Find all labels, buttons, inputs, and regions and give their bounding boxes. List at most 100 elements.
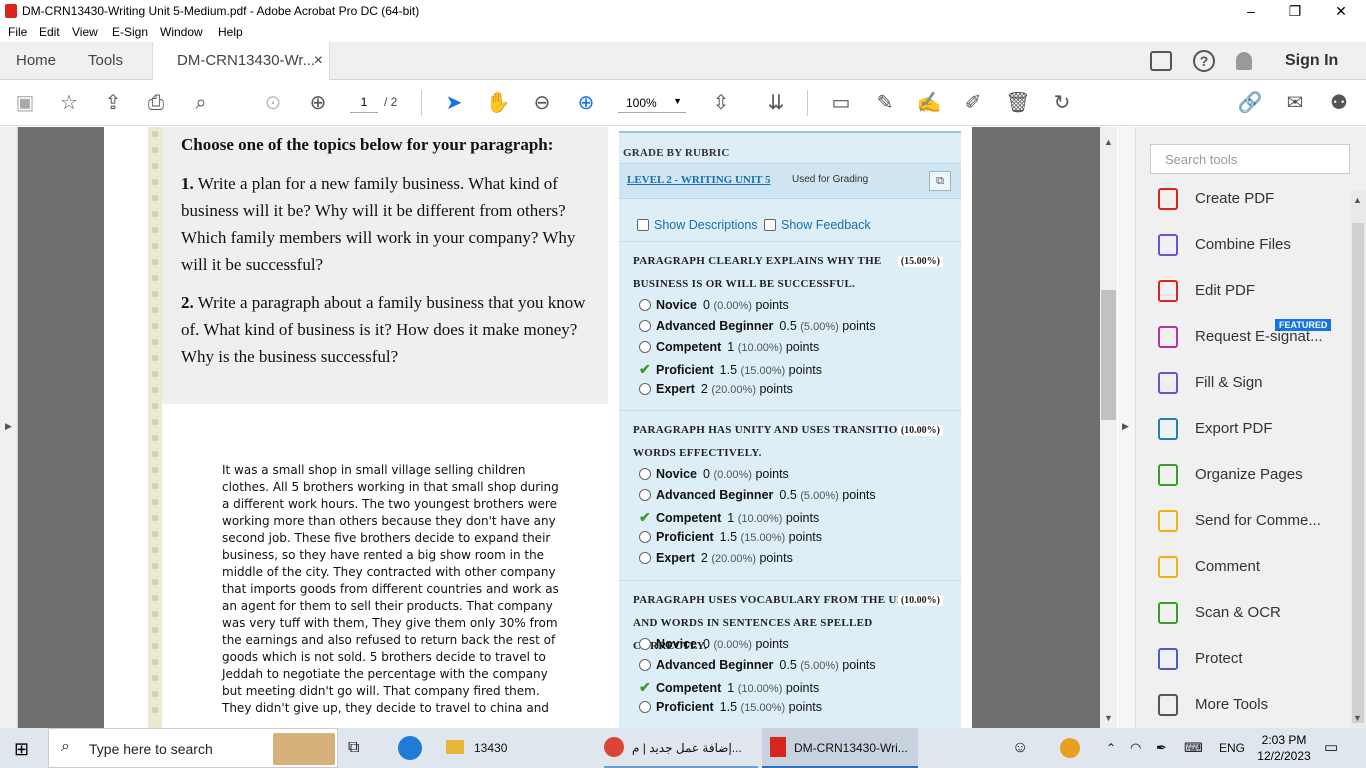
taskbar-search-box[interactable]: ⌕ Type here to search xyxy=(48,728,338,768)
hand-tool-icon[interactable]: ✋ xyxy=(485,90,511,116)
pen-icon[interactable]: ✒ xyxy=(1156,728,1167,768)
scrollbar-thumb[interactable] xyxy=(1101,290,1116,420)
popout-icon[interactable]: ⧉ xyxy=(929,171,951,191)
rotate-icon[interactable]: ↻ xyxy=(1049,90,1075,116)
zoom-search-icon[interactable]: ⌕ xyxy=(188,90,214,116)
rubric-level-option[interactable]: Competent 1 (10.00%) points xyxy=(639,340,819,361)
people-icon[interactable]: ☺ xyxy=(1012,728,1028,768)
taskbar-chrome[interactable]: إضافة عمل جديد | م... xyxy=(604,728,758,768)
clock[interactable]: 2:03 PM 12/2/2023 xyxy=(1256,732,1312,764)
show-descriptions-checkbox[interactable] xyxy=(637,219,649,231)
rubric-level-option[interactable]: Novice 0 (0.00%) points xyxy=(639,637,789,658)
taskbar-file-explorer[interactable]: 13430 xyxy=(446,728,596,768)
tool-item-request-esign[interactable]: Request E-signat... xyxy=(1158,324,1348,354)
edit-text-icon[interactable]: ✐ xyxy=(960,90,986,116)
scroll-mode-icon[interactable]: ⇊ xyxy=(763,90,789,116)
tab-tools[interactable]: Tools xyxy=(88,42,123,80)
save-icon[interactable]: ▣ xyxy=(12,90,38,116)
rubric-level-option[interactable]: Advanced Beginner 0.5 (5.00%) points xyxy=(639,658,876,679)
tool-item-edit-pdf[interactable]: Edit PDF xyxy=(1158,278,1348,308)
scroll-down-arrow-icon[interactable]: ▼ xyxy=(1104,713,1113,723)
left-navigation-panel[interactable]: ▶ xyxy=(0,127,18,728)
comment-note-icon[interactable]: ▭ xyxy=(828,90,854,116)
windows-start-icon[interactable]: ⊞ xyxy=(14,740,32,758)
show-hidden-icons-icon[interactable]: ⌃ xyxy=(1106,728,1116,768)
link-icon[interactable]: 🔗 xyxy=(1237,90,1263,116)
email-icon[interactable]: ✉ xyxy=(1282,90,1308,116)
collapse-tools-strip[interactable]: ▶ xyxy=(1118,127,1136,728)
tools-scroll-up-icon[interactable]: ▲ xyxy=(1353,195,1362,205)
menu-window[interactable]: Window xyxy=(160,25,203,39)
previous-page-icon[interactable]: ⊙ xyxy=(260,90,286,116)
rubric-level-option[interactable]: Expert 2 (20.00%) points xyxy=(639,551,793,572)
tab-home[interactable]: Home xyxy=(16,42,56,80)
scroll-up-arrow-icon[interactable]: ▲ xyxy=(1104,137,1113,147)
tool-item-scan-ocr[interactable]: Scan & OCR xyxy=(1158,600,1348,630)
minimize-button[interactable]: – xyxy=(1228,0,1274,22)
document-viewer[interactable]: Choose one of the topics below for your … xyxy=(18,127,1100,728)
menu-esign[interactable]: E-Sign xyxy=(112,25,148,39)
page-number-input[interactable]: 1 xyxy=(350,93,378,113)
menu-edit[interactable]: Edit xyxy=(39,25,60,39)
collapse-right-panel-icon[interactable]: ▶ xyxy=(1122,421,1129,432)
delete-trash-icon[interactable]: 🗑 xyxy=(1005,90,1031,116)
language-indicator[interactable]: ENG xyxy=(1219,728,1245,768)
rubric-level-option[interactable]: Novice 0 (0.00%) points xyxy=(639,467,789,488)
level-radio-button[interactable] xyxy=(639,299,651,311)
search-tools-input[interactable]: Search tools xyxy=(1150,144,1350,174)
wifi-icon[interactable]: ◠ xyxy=(1130,728,1141,768)
level-radio-button[interactable] xyxy=(639,489,651,501)
next-page-icon[interactable]: ⊕ xyxy=(305,90,331,116)
bookmark-star-icon[interactable]: ☆ xyxy=(56,90,82,116)
expand-left-panel-icon[interactable]: ▶ xyxy=(5,421,12,432)
rubric-level-option[interactable]: Proficient 1.5 (15.00%) points xyxy=(639,530,822,551)
user-add-icon[interactable]: ⚉ xyxy=(1326,90,1352,116)
notification-center-icon[interactable]: ▭ xyxy=(1324,728,1338,768)
level-radio-button[interactable] xyxy=(639,468,651,480)
page-display-icon[interactable]: ⇳ xyxy=(708,90,734,116)
print-icon[interactable]: ⎙ xyxy=(143,90,169,116)
bell-icon[interactable] xyxy=(1236,52,1252,70)
tool-item-organize-pages[interactable]: Organize Pages xyxy=(1158,462,1348,492)
tab-close-icon[interactable]: × xyxy=(314,42,323,80)
highlight-pen-icon[interactable]: ✎ xyxy=(872,90,898,116)
show-feedback-checkbox[interactable] xyxy=(764,219,776,231)
rubric-level-option[interactable]: ✔ Competent 1 (10.00%) points xyxy=(639,679,819,700)
zoom-in-icon[interactable]: ⊕ xyxy=(573,90,599,116)
zoom-out-icon[interactable]: ⊖ xyxy=(529,90,555,116)
upload-cloud-icon[interactable]: ⇪ xyxy=(100,90,126,116)
tool-item-comment[interactable]: Comment xyxy=(1158,554,1348,584)
task-view-icon[interactable]: ⧉ xyxy=(348,728,359,768)
share-screen-icon[interactable] xyxy=(1150,51,1172,71)
level-radio-button[interactable] xyxy=(639,638,651,650)
tool-item-send-comment[interactable]: Send for Comme... xyxy=(1158,508,1348,538)
edge-browser-icon[interactable] xyxy=(398,736,422,760)
level-radio-button[interactable] xyxy=(639,531,651,543)
rubric-level-option[interactable]: ✔ Competent 1 (10.00%) points xyxy=(639,509,819,530)
rubric-level-option[interactable]: Advanced Beginner 0.5 (5.00%) points xyxy=(639,488,876,509)
select-cursor-icon[interactable]: ➤ xyxy=(441,90,467,116)
tool-item-export-pdf[interactable]: Export PDF xyxy=(1158,416,1348,446)
menu-view[interactable]: View xyxy=(72,25,98,39)
sign-in-button[interactable]: Sign In xyxy=(1285,52,1338,70)
rubric-level-option[interactable]: Advanced Beginner 0.5 (5.00%) points xyxy=(639,319,876,340)
tool-item-create-pdf[interactable]: Create PDF xyxy=(1158,186,1348,216)
selected-check-icon[interactable]: ✔ xyxy=(639,509,653,526)
level-radio-button[interactable] xyxy=(639,341,651,353)
rubric-level-option[interactable]: ✔ Proficient 1.5 (15.00%) points xyxy=(639,361,822,382)
close-window-button[interactable]: ✕ xyxy=(1318,0,1364,22)
help-icon[interactable]: ? xyxy=(1193,50,1215,72)
draw-sign-icon[interactable]: ✍ xyxy=(916,90,942,116)
menu-help[interactable]: Help xyxy=(218,25,243,39)
rubric-name-link[interactable]: LEVEL 2 - WRITING UNIT 5 xyxy=(627,174,771,186)
tool-item-protect[interactable]: Protect xyxy=(1158,646,1348,676)
selected-check-icon[interactable]: ✔ xyxy=(639,679,653,696)
level-radio-button[interactable] xyxy=(639,320,651,332)
rubric-level-option[interactable]: Expert 2 (20.00%) points xyxy=(639,382,793,403)
tab-document[interactable]: DM-CRN13430-Wr... × xyxy=(152,42,330,81)
rubric-level-option[interactable]: Proficient 1.5 (15.00%) points xyxy=(639,700,822,721)
level-radio-button[interactable] xyxy=(639,701,651,713)
keyboard-icon[interactable]: ⌨ xyxy=(1184,728,1203,768)
show-feedback-toggle[interactable]: Show Feedback xyxy=(764,218,871,232)
zoom-level-select[interactable]: 100% ▼ xyxy=(618,93,686,113)
